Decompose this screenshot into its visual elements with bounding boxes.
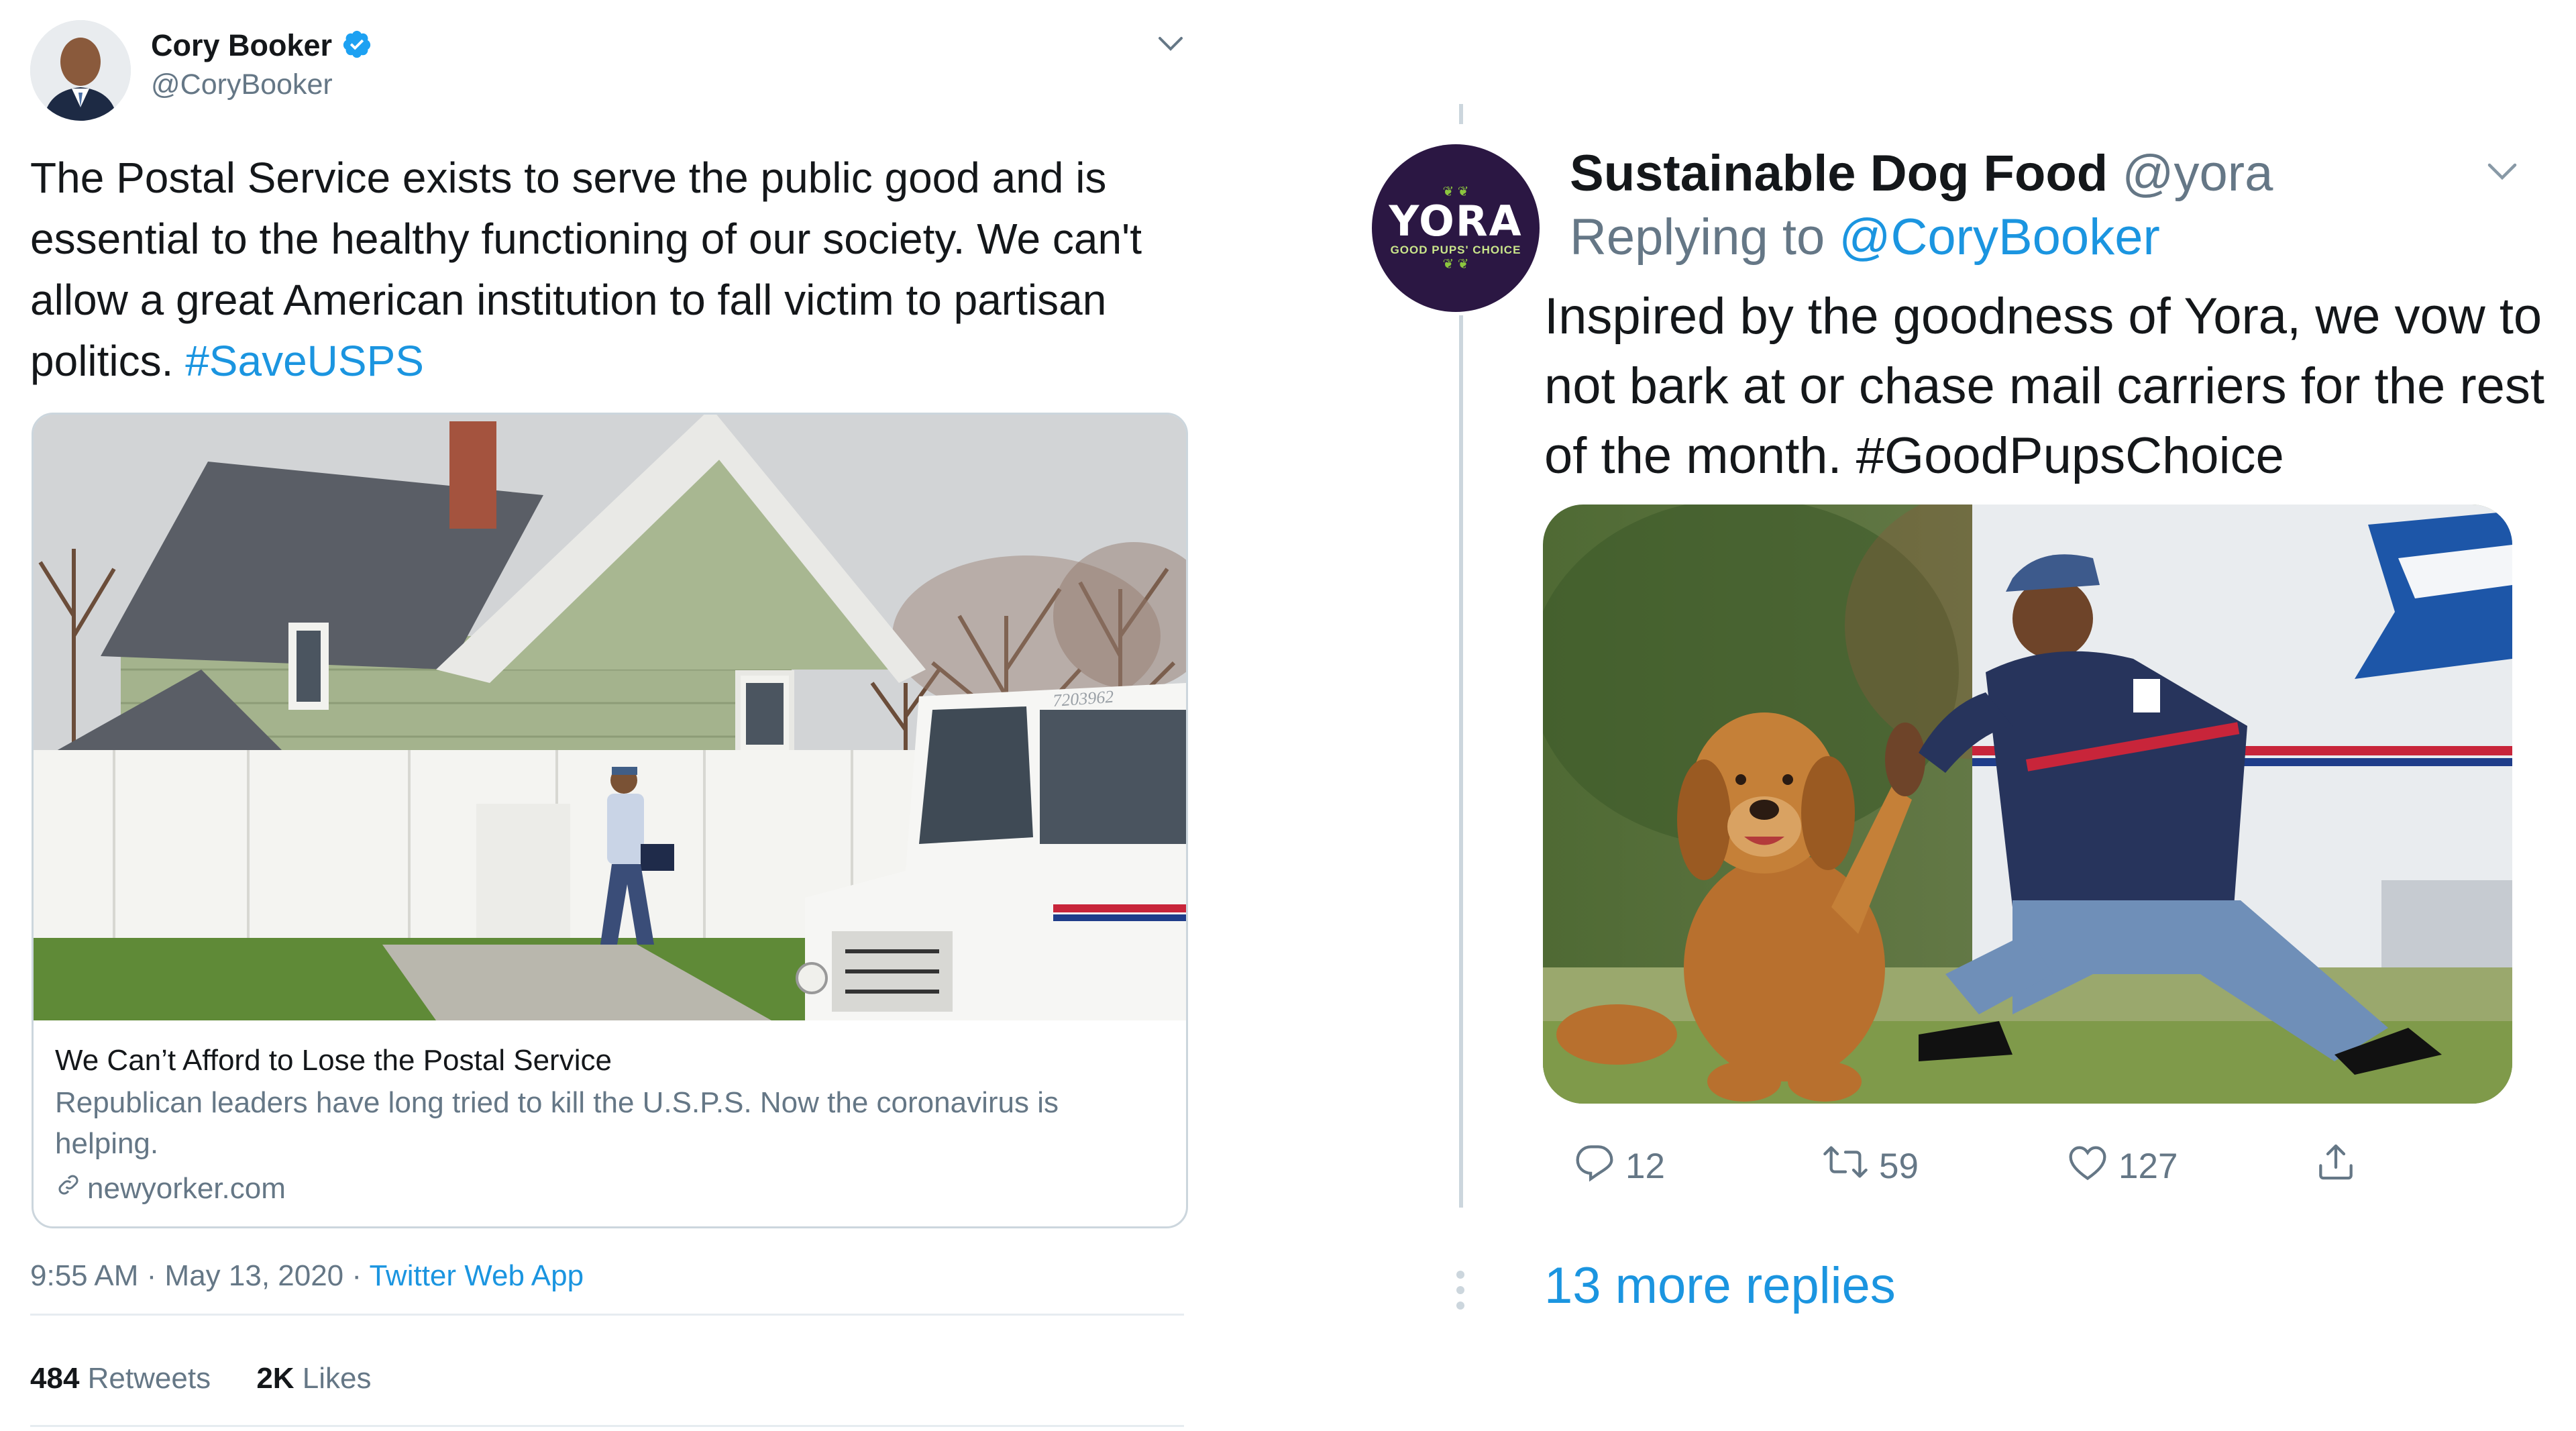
right-author-handle[interactable]: @yora — [2122, 145, 2273, 202]
card-image: 7203962 — [34, 415, 1186, 1020]
right-tweet-text: Inspired by the goodness of Yora, we vow… — [1544, 282, 2551, 491]
hashtag-goodpupschoice[interactable]: #GoodPupsChoice — [1856, 427, 2284, 484]
tweet-actions-bar: 12 59 127 — [1573, 1141, 2378, 1194]
likes-count: 2K — [256, 1362, 294, 1395]
thread-connector-top — [1459, 104, 1463, 124]
yora-logo-text: YORA — [1389, 197, 1523, 246]
left-author-handle[interactable]: @CoryBooker — [151, 68, 333, 101]
like-count: 127 — [2118, 1147, 2178, 1186]
left-tweet-text: The Postal Service exists to serve the p… — [30, 148, 1184, 392]
replying-handle-link[interactable]: @CoryBooker — [1839, 209, 2159, 266]
yora-avatar[interactable]: ❦ ❦ YORA GOOD PUPS' CHOICE ❦ ❦ — [1372, 144, 1540, 312]
retweet-count: 59 — [1879, 1147, 1919, 1186]
likes-label: Likes — [302, 1362, 372, 1395]
chevron-down-icon[interactable] — [1150, 23, 1191, 64]
share-action[interactable] — [2314, 1141, 2357, 1192]
hashtag-saveusps-link[interactable]: #SaveUSPS — [185, 337, 424, 385]
retweets-count: 484 — [30, 1362, 80, 1395]
cory-booker-avatar[interactable] — [30, 20, 131, 121]
left-author-name[interactable]: Cory Booker — [151, 28, 332, 63]
reply-action[interactable]: 12 — [1573, 1141, 1665, 1192]
replying-label: Replying to — [1570, 209, 1825, 266]
right-author-name[interactable]: Sustainable Dog Food — [1570, 145, 2108, 202]
verified-badge-icon — [341, 29, 372, 63]
leaf-icon: ❦ ❦ — [1442, 257, 1469, 272]
divider — [30, 1425, 1184, 1427]
more-replies-link[interactable]: 13 more replies — [1544, 1257, 1896, 1315]
card-description: Republican leaders have long tried to ki… — [55, 1086, 1059, 1160]
like-icon — [2066, 1141, 2109, 1192]
more-dots-icon — [1452, 1267, 1469, 1314]
retweets-stat[interactable]: 484 Retweets — [30, 1362, 211, 1395]
card-domain-row: newyorker.com — [55, 1171, 286, 1206]
tweet-source-link[interactable]: Twitter Web App — [369, 1259, 584, 1292]
retweet-action[interactable]: 59 — [1821, 1141, 1919, 1192]
reply-count: 12 — [1625, 1147, 1665, 1186]
divider — [30, 1314, 1184, 1316]
thread-connector-line — [1459, 315, 1463, 1208]
tweet-timestamp-row: 9:55 AM · May 13, 2020 · Twitter Web App — [30, 1259, 584, 1293]
tweet-timestamp[interactable]: 9:55 AM · May 13, 2020 · — [30, 1259, 362, 1292]
link-card[interactable]: 7203962 We Can’t Afford to Lose the Post… — [32, 413, 1188, 1228]
likes-stat[interactable]: 2K Likes — [256, 1362, 371, 1395]
retweets-label: Retweets — [87, 1362, 211, 1395]
replying-to-row: Replying to @CoryBooker — [1570, 208, 2160, 266]
reply-icon — [1573, 1141, 1616, 1192]
card-title[interactable]: We Can’t Afford to Lose the Postal Servi… — [55, 1044, 612, 1077]
tweet-stats-row: 484 Retweets 2K Likes — [30, 1362, 372, 1395]
tweet-photo[interactable] — [1543, 505, 2512, 1104]
share-icon — [2314, 1141, 2357, 1192]
right-author-row: Sustainable Dog Food @yora — [1570, 144, 2273, 203]
retweet-icon — [1821, 1141, 1870, 1192]
card-domain: newyorker.com — [87, 1171, 286, 1205]
link-icon — [55, 1171, 82, 1206]
yora-tagline: GOOD PUPS' CHOICE — [1390, 244, 1521, 256]
like-action[interactable]: 127 — [2066, 1141, 2178, 1192]
chevron-down-icon[interactable] — [2479, 148, 2526, 195]
left-author-row: Cory Booker — [151, 28, 372, 63]
